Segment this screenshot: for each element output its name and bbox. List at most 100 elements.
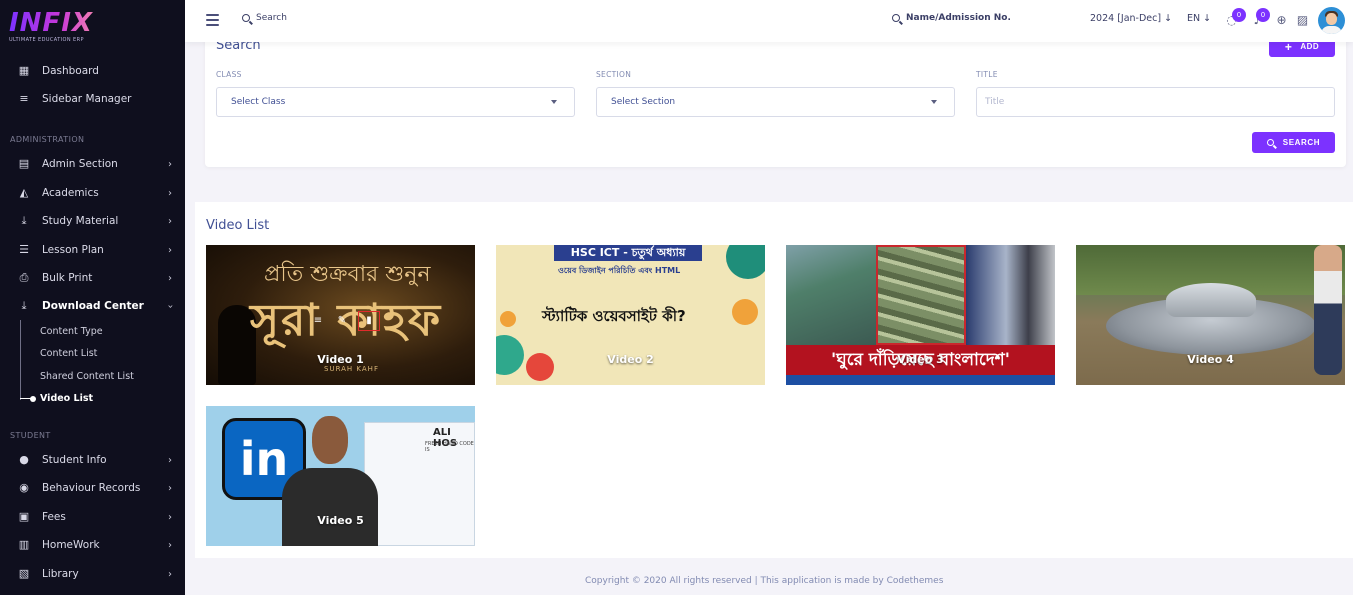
sidebar-item-label: Bulk Print [42,272,93,284]
search-button[interactable]: SEARCH [1252,132,1335,153]
book-icon: ▥ [18,538,30,551]
thumbnail-art [732,299,758,325]
chevron-right-icon: › [168,215,172,227]
grid-icon: ▦ [18,64,30,77]
library-icon: ▧ [18,567,30,580]
submenu-item-video-list[interactable]: Video List [40,393,93,404]
arrow-down-icon: ↓ [1164,13,1173,24]
chevron-right-icon: › [168,511,172,523]
submenu-line [20,320,21,400]
global-search[interactable]: Search [242,13,287,23]
search-icon [242,14,250,22]
title-input[interactable] [976,87,1335,117]
search-icon [892,14,900,22]
title-label: TITLE [976,70,998,79]
submenu-active-dot [30,396,36,402]
menu-toggle-icon[interactable] [206,14,219,26]
sidebar-item-label: HomeWork [42,539,100,551]
thumbnail-art [726,245,765,279]
add-button-label: ADD [1300,42,1320,51]
thumbnail-text: স্ট্যাটিক ওয়েবসাইট কী? [542,307,686,325]
brand-logo[interactable]: INFIX ULTIMATE EDUCATION ERP [9,10,93,43]
search-icon [1266,139,1274,146]
thumbnail-art: ALI HOS FRESH HAND CODE IS [364,422,475,546]
chevron-right-icon: › [168,482,172,494]
video-card[interactable]: HSC ICT - চতুর্থ অধ্যায় ওয়েব ডিজাইন পর… [496,245,765,385]
thumbnail-art [786,375,1055,385]
language-label: EN [1187,13,1201,24]
sidebar-item-label: Dashboard [42,65,99,77]
download-icon: ⤓ [21,214,27,227]
sidebar-item-bulk-print[interactable]: ⎙ Bulk Print › [0,266,185,290]
sidebar-item-label: Lesson Plan [42,244,104,256]
submenu-item-shared-content-list[interactable]: Shared Content List [40,371,134,382]
video-title: Video 4 [1187,353,1234,366]
sidebar-item-label: Sidebar Manager [42,93,132,105]
sidebar-item-download-center[interactable]: ⤓ Download Center › [0,294,185,318]
id-card-icon: ▤ [18,157,30,170]
thumbnail-text: SURAH KAHF [324,365,379,373]
class-select[interactable]: Select Class [216,87,575,117]
thumbnail-art [500,311,516,327]
caret-down-icon [931,100,937,104]
message-count-badge: 0 [1232,8,1246,22]
video-title: Video 1 [317,353,364,366]
thumbnail-text: FRESH HAND CODE IS [425,441,474,453]
sidebar-item-behaviour-records[interactable]: ◉ Behaviour Records › [0,476,185,500]
thumbnail-art [966,245,1055,345]
download-icon: ⤓ [21,299,27,312]
sidebar-item-homework[interactable]: ▥ HomeWork › [0,533,185,557]
chevron-down-icon: › [164,304,176,308]
footer: Copyright © 2020 All rights reserved | T… [585,576,944,586]
notification-count-badge: 0 [1256,8,1270,22]
video-card[interactable]: ALI HOS FRESH HAND CODE IS in Video 5 [206,406,475,546]
chevron-right-icon: › [168,272,172,284]
video-card[interactable]: 'ঘুরে দাঁড়িয়েছে বাংলাদেশ' Video 3 [786,245,1055,385]
chevron-right-icon: › [168,539,172,551]
section-select[interactable]: Select Section [596,87,955,117]
chevron-right-icon: › [168,454,172,466]
delete-icon[interactable]: ▮ [358,311,380,331]
sidebar-item-study-material[interactable]: ⤓ Study Material › [0,209,185,233]
video-card[interactable]: Video 4 [1076,245,1345,385]
sidebar-item-sidebar-manager[interactable]: ≡ Sidebar Manager [0,87,185,111]
graduation-cap-icon: ◭ [19,186,29,199]
sidebar-item-academics[interactable]: ◭ Academics › [0,181,185,205]
sidebar-item-label: Behaviour Records [42,482,141,494]
sidebar: INFIX ULTIMATE EDUCATION ERP ▦ Dashboard… [0,0,185,595]
view-icon[interactable]: ≡ [310,313,326,329]
sidebar-item-library[interactable]: ▧ Library › [0,562,185,586]
brand-name: INFIX [9,8,93,38]
globe-icon[interactable]: ⊕ [1275,14,1288,27]
sidebar-item-dashboard[interactable]: ▦ Dashboard [0,59,185,83]
thumbnail-art [876,245,966,345]
chevron-right-icon: › [168,244,172,256]
list-icon: ☰ [19,243,29,256]
sidebar-item-label: Library [42,568,79,580]
sidebar-item-student-info[interactable]: ● Student Info › [0,448,185,472]
section-header-administration: ADMINISTRATION [10,135,85,144]
language-selector[interactable]: EN ↓ [1187,13,1211,24]
video-card[interactable]: প্রতি শুক্রবার শুনুন সূরা কাহফ SURAH KAH… [206,245,475,385]
thumbnail-text: HSC ICT - চতুর্থ অধ্যায় [554,245,702,261]
users-icon: ◉ [19,481,29,494]
avatar[interactable] [1318,7,1345,34]
sidebar-item-admin-section[interactable]: ▤ Admin Section › [0,152,185,176]
sidebar-item-label: Academics [42,187,99,199]
thumbnail-text: ওয়েব ডিজাইন পরিচিতি এবং HTML [558,266,681,275]
session-selector[interactable]: 2024 [Jan-Dec] ↓ [1090,13,1172,24]
submenu-item-content-type[interactable]: Content Type [40,326,103,337]
sidebar-item-fees[interactable]: ▣ Fees › [0,505,185,529]
sidebar-item-label: Student Info [42,454,107,466]
section-header-student: STUDENT [10,431,51,440]
admission-search[interactable]: Name/Admission No. [892,13,1011,23]
class-label: CLASS [216,70,242,79]
section-select-value: Select Section [611,97,676,107]
sidebar-item-label: Download Center [42,300,144,312]
sidebar-item-lesson-plan[interactable]: ☰ Lesson Plan › [0,238,185,262]
video-title: Video 3 [897,353,944,366]
submenu-item-content-list[interactable]: Content List [40,348,97,359]
edit-icon[interactable]: ✎ [334,313,350,329]
class-select-value: Select Class [231,97,286,107]
settings-icon[interactable]: ▨ [1296,14,1309,27]
